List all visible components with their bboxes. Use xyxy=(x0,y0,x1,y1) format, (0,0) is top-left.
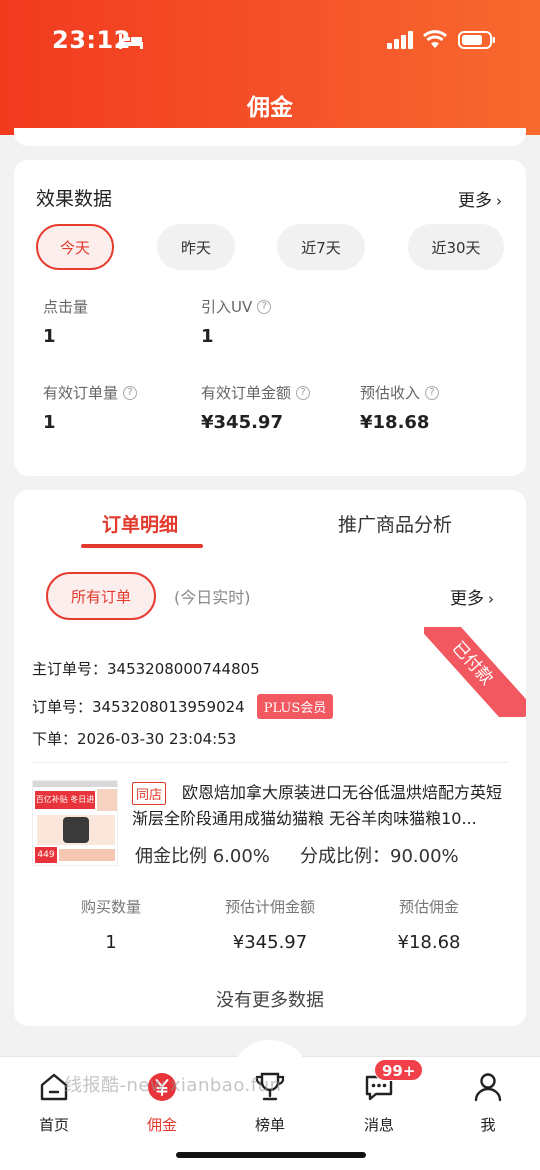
chevron-right-icon: › xyxy=(496,192,502,210)
bed-icon xyxy=(119,34,143,49)
filter-all-orders[interactable]: 所有订单 xyxy=(46,572,156,620)
summary-value: ¥345.97 xyxy=(232,932,308,953)
order-number-row: 订单号：3453208013959024 PLUS会员 xyxy=(32,694,334,719)
summary-label: 购买数量 xyxy=(80,898,141,916)
status-ribbon: 已付款 xyxy=(424,627,526,717)
income-value: ¥18.68 xyxy=(360,412,430,433)
thumb-product xyxy=(63,817,89,843)
page-title: 佣金 xyxy=(247,95,293,121)
home-indicator[interactable] xyxy=(176,1152,366,1158)
tab-messages-label: 消息 xyxy=(363,1116,394,1134)
orders-value: 1 xyxy=(43,412,56,433)
signal-icon xyxy=(387,31,413,49)
tab-commission-label: 佣金 xyxy=(146,1116,177,1134)
thumb-top xyxy=(33,781,117,787)
period-7days[interactable]: 近7天 xyxy=(277,224,365,270)
same-shop-tag: 同店 xyxy=(132,782,167,805)
help-icon[interactable]: ? xyxy=(296,385,311,400)
orders-card: 订单明细 推广商品分析 所有订单 (今日实时) 更多 › 已付款 主订单号：345… xyxy=(14,490,526,1026)
clicks-label-text: 点击量 xyxy=(43,298,89,316)
commission-ratio: 佣金比例 6.00% xyxy=(135,846,270,867)
wifi-icon xyxy=(422,30,448,48)
order-number: 订单号：3453208013959024 xyxy=(32,698,245,716)
orders-label-text: 有效订单量 xyxy=(43,384,119,402)
effect-more-label: 更多 xyxy=(458,191,492,211)
product-title[interactable]: 欧恩焙加拿大原装进口无谷低温烘焙配方英短渐层全阶段通用成猫幼猫粮 无谷羊肉味猫粮… xyxy=(132,780,510,832)
chevron-right-icon: › xyxy=(488,590,494,608)
tab-me-label: 我 xyxy=(480,1116,496,1134)
tab-me[interactable]: 我 xyxy=(443,1070,533,1135)
app-header: 23:12 佣金 xyxy=(0,0,540,135)
period-today[interactable]: 今天 xyxy=(36,224,114,270)
share-ratio: 分成比例：90.00% xyxy=(300,846,459,867)
summary-label: 预估佣金 xyxy=(398,898,459,916)
product-thumbnail[interactable]: 百亿补贴 冬日进补 449 xyxy=(32,780,118,866)
previous-card-edge xyxy=(14,128,526,146)
message-count-badge: 99+ xyxy=(374,1059,424,1081)
plus-member-badge: PLUS会员 xyxy=(256,694,334,719)
amount-value: ¥345.97 xyxy=(201,412,283,433)
help-icon[interactable]: ? xyxy=(257,299,272,314)
divider xyxy=(32,762,508,763)
income-label-text: 预估收入 xyxy=(360,384,421,402)
help-icon[interactable]: ? xyxy=(425,385,440,400)
thumb-badge xyxy=(97,789,117,811)
summary-label: 预估计佣金额 xyxy=(224,898,315,916)
tab-home-label: 首页 xyxy=(38,1116,69,1134)
clicks-value: 1 xyxy=(43,326,56,347)
period-30days[interactable]: 近30天 xyxy=(408,224,504,270)
order-time: 下单：2026-03-30 23:04:53 xyxy=(32,730,237,748)
realtime-note: (今日实时) xyxy=(174,588,251,607)
effect-data-card: 效果数据 更多 › 今天 昨天 近7天 近30天 点击量 1 引入UV? 1 有效… xyxy=(14,160,526,476)
orders-more-label: 更多 xyxy=(450,589,484,609)
thumb-strip xyxy=(59,849,115,861)
watermark: 线报酷-new.xianbao.fun xyxy=(64,1075,282,1096)
amount-label: 有效订单金额? xyxy=(201,382,311,403)
status-ribbon-text: 已付款 xyxy=(424,627,526,717)
tab-underline xyxy=(81,544,203,548)
user-icon xyxy=(474,1073,502,1102)
amount-label-text: 有效订单金额 xyxy=(201,384,292,402)
status-bar: 23:12 xyxy=(0,22,540,62)
no-more-data: 没有更多数据 xyxy=(216,990,324,1011)
uv-label-text: 引入UV xyxy=(201,298,253,316)
effect-more-link[interactable]: 更多 › xyxy=(458,186,502,211)
battery-icon xyxy=(458,31,495,49)
uv-label: 引入UV? xyxy=(201,296,272,317)
tab-ranking-label: 榜单 xyxy=(254,1116,285,1134)
main-order-number: 主订单号：3453208000744805 xyxy=(32,660,260,678)
uv-value: 1 xyxy=(201,326,214,347)
summary-value: ¥18.68 xyxy=(397,932,461,953)
tab-order-detail[interactable]: 订单明细 xyxy=(102,510,178,537)
effect-data-title: 效果数据 xyxy=(36,188,113,210)
thumb-price: 449 xyxy=(35,847,57,863)
orders-more-link[interactable]: 更多 › xyxy=(450,584,494,609)
tab-product-analysis[interactable]: 推广商品分析 xyxy=(338,510,452,537)
thumb-banner: 百亿补贴 冬日进补 xyxy=(35,791,95,822)
clicks-label: 点击量 xyxy=(43,296,88,317)
help-icon[interactable]: ? xyxy=(123,385,138,400)
period-yesterday[interactable]: 昨天 xyxy=(157,224,235,270)
income-label: 预估收入? xyxy=(360,382,440,403)
summary-value: 1 xyxy=(105,932,117,953)
orders-label: 有效订单量? xyxy=(43,382,138,403)
